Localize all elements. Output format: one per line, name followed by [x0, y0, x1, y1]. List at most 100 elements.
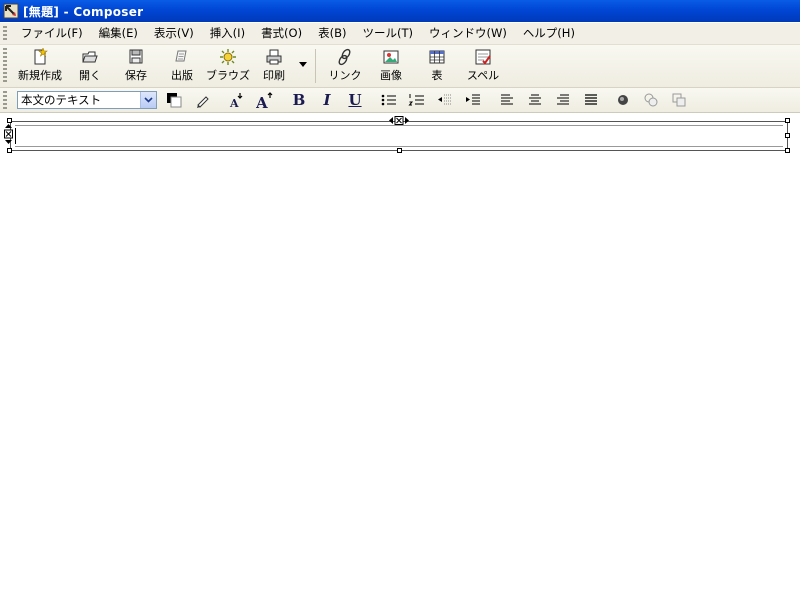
row-control-icon[interactable]: [4, 124, 13, 148]
numbered-list-icon: [408, 94, 424, 106]
chevron-down-icon[interactable]: [140, 92, 156, 108]
underline-button[interactable]: U: [341, 89, 369, 111]
menu-tools[interactable]: ツール(T): [354, 23, 421, 44]
browse-label: ブラウズ: [206, 69, 250, 82]
align-left-button[interactable]: [493, 89, 521, 111]
highlight-button[interactable]: [189, 89, 217, 111]
layer-icon: [672, 93, 686, 107]
spellcheck-icon: [475, 49, 491, 65]
title-bar: [無題] - Composer: [0, 0, 800, 22]
menu-edit[interactable]: 編集(E): [91, 23, 146, 44]
align-left-icon: [501, 94, 513, 105]
toolbar-separator: [315, 49, 316, 83]
spell-label: スペル: [466, 69, 500, 82]
menu-format[interactable]: 書式(O): [253, 23, 310, 44]
anchor-button[interactable]: [609, 89, 637, 111]
open-button[interactable]: 開く: [67, 45, 113, 85]
open-folder-icon: [82, 51, 98, 63]
menu-table[interactable]: 表(B): [310, 23, 354, 44]
image-button[interactable]: 画像: [368, 45, 414, 85]
link-button[interactable]: リンク: [322, 45, 368, 85]
color-swatch-icon: [167, 93, 182, 108]
resize-handle[interactable]: [785, 118, 790, 123]
composer-icon: [3, 3, 19, 19]
open-label: 開く: [79, 69, 101, 82]
bold-button[interactable]: B: [285, 89, 313, 111]
absolute-position-button[interactable]: [637, 89, 665, 111]
spell-button[interactable]: スペル: [460, 45, 506, 85]
font-larger-button[interactable]: A: [251, 89, 279, 111]
numbered-list-button[interactable]: [403, 89, 431, 111]
printer-icon: [266, 49, 282, 65]
pencil-icon: [197, 96, 209, 108]
print-button[interactable]: 印刷: [251, 45, 297, 85]
resize-handle[interactable]: [397, 148, 402, 153]
menu-view[interactable]: 表示(V): [146, 23, 202, 44]
print-label: 印刷: [263, 69, 285, 82]
resize-handle[interactable]: [785, 148, 790, 153]
table-label: 表: [431, 69, 443, 82]
font-size-decrease-icon: A: [229, 93, 243, 108]
bullet-list-icon: [381, 94, 396, 106]
table-button[interactable]: 表: [414, 45, 460, 85]
position-icon: [644, 93, 658, 107]
svg-text:A: A: [256, 94, 268, 108]
menu-help[interactable]: ヘルプ(H): [515, 23, 583, 44]
indent-icon: [466, 94, 480, 105]
align-right-icon: [557, 94, 569, 105]
link-chain-icon: [338, 48, 351, 66]
dropdown-arrow-icon: [299, 62, 307, 67]
link-label: リンク: [328, 69, 362, 82]
align-right-button[interactable]: [549, 89, 577, 111]
table-inner-bottom: [15, 146, 783, 147]
format-toolbar: 本文のテキスト A A B I U: [0, 88, 800, 113]
resize-handle[interactable]: [785, 133, 790, 138]
toolbar-grip[interactable]: [3, 48, 7, 84]
browse-icon: [220, 49, 236, 65]
indent-button[interactable]: [459, 89, 487, 111]
publish-button[interactable]: 出版: [159, 45, 205, 85]
menu-insert[interactable]: 挿入(I): [202, 23, 253, 44]
table-grid-icon: [429, 50, 445, 64]
menu-bar: ファイル(F) 編集(E) 表示(V) 挿入(I) 書式(O) 表(B) ツール…: [0, 23, 800, 45]
composition-toolbar: 新規作成 開く 保存 出版 ブラウズ 印刷 リンク 画像 表 スペル: [0, 45, 800, 88]
new-label: 新規作成: [18, 69, 62, 82]
anchor-icon: [618, 95, 628, 105]
selected-table[interactable]: [4, 116, 790, 153]
save-label: 保存: [125, 69, 147, 82]
image-label: 画像: [380, 69, 402, 82]
toolbar-grip[interactable]: [3, 91, 7, 109]
bullet-list-button[interactable]: [375, 89, 403, 111]
layer-button[interactable]: [665, 89, 693, 111]
paragraph-style-select[interactable]: 本文のテキスト: [17, 91, 157, 109]
italic-label: I: [323, 91, 331, 109]
outdent-icon: [438, 94, 452, 105]
browse-button[interactable]: ブラウズ: [205, 45, 251, 85]
text-caret: [15, 128, 16, 144]
align-justify-icon: [585, 94, 597, 105]
outdent-button[interactable]: [431, 89, 459, 111]
editor-area[interactable]: [0, 113, 800, 600]
italic-button[interactable]: I: [313, 89, 341, 111]
resize-handle[interactable]: [7, 148, 12, 153]
toolbar-grip[interactable]: [3, 25, 7, 42]
font-size-increase-icon: A: [256, 92, 273, 108]
menu-file[interactable]: ファイル(F): [13, 23, 91, 44]
publish-label: 出版: [171, 69, 193, 82]
column-control-icon[interactable]: [388, 116, 410, 125]
resize-handle[interactable]: [7, 118, 12, 123]
print-dropdown[interactable]: [297, 45, 309, 85]
publish-icon: [175, 50, 187, 62]
align-center-button[interactable]: [521, 89, 549, 111]
window-title: [無題] - Composer: [23, 4, 144, 19]
new-button[interactable]: 新規作成: [13, 45, 67, 85]
menu-window[interactable]: ウィンドウ(W): [421, 23, 515, 44]
align-justify-button[interactable]: [577, 89, 605, 111]
save-button[interactable]: 保存: [113, 45, 159, 85]
align-center-icon: [529, 94, 541, 105]
text-color-button[interactable]: [161, 89, 189, 111]
new-document-icon: [34, 48, 48, 65]
save-disk-icon: [129, 49, 143, 64]
paragraph-style-value: 本文のテキスト: [21, 93, 102, 107]
font-smaller-button[interactable]: A: [223, 89, 251, 111]
